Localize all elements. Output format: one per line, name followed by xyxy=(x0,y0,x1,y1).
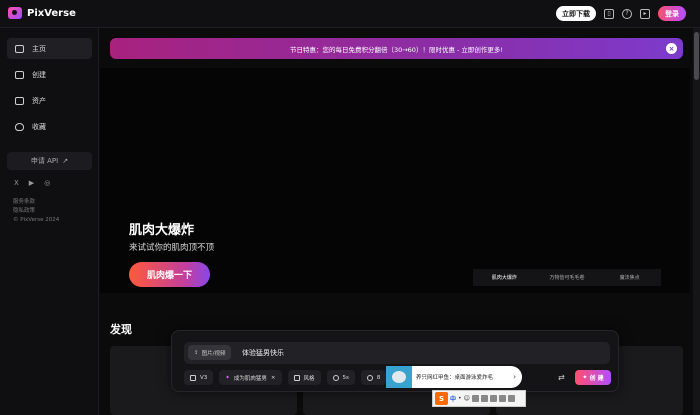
help-icon[interactable]: ? xyxy=(622,8,632,19)
promo-banner[interactable]: 节日特惠：您的每日免费积分翻倍（30→60）！限时优惠 - 立即创作更多! × xyxy=(110,38,683,59)
book-icon[interactable]: ▯ xyxy=(604,8,614,19)
duration-select[interactable]: 5s xyxy=(326,370,355,385)
chevron-right-icon[interactable]: › xyxy=(513,373,522,381)
effect-icon: ✦ xyxy=(225,374,230,381)
style-icon xyxy=(293,374,300,381)
prompt-input[interactable]: ⇪ 图片/视频 体验猛男快乐 xyxy=(184,342,610,364)
camera-icon xyxy=(15,70,24,79)
ime-language-toggle[interactable]: 中 xyxy=(450,394,456,403)
scrollbar-thumb[interactable] xyxy=(694,32,699,80)
top-bar: PixVerse 立即下载 ▯ ? ▸ 登录 xyxy=(0,0,700,28)
footer-links: 服务条款 隐私政策 © PixVerse 2024 xyxy=(13,198,59,225)
ime-voice-icon[interactable] xyxy=(480,395,488,402)
ime-emoji-icon[interactable]: ☺ xyxy=(464,395,470,402)
style-label: 风格 xyxy=(303,375,315,382)
sidebar-item-label: 创建 xyxy=(32,70,46,79)
upload-button[interactable]: ⇪ 图片/视频 xyxy=(188,345,232,360)
aspect-select[interactable]: 8 xyxy=(360,370,387,385)
top-right-actions: 立即下载 ▯ ? ▸ 登录 xyxy=(556,6,686,21)
api-label: 申请 API xyxy=(30,157,59,165)
banner-text: 节日特惠：您的每日免费积分翻倍（30→60）！限时优惠 - 立即创作更多! xyxy=(289,45,504,54)
suggestion-popup[interactable]: 养只网红甲鱼：桌面游泳爱炸毛 › xyxy=(386,366,522,388)
copyright: © PixVerse 2024 xyxy=(13,217,60,223)
brand-name: PixVerse xyxy=(27,7,76,19)
video-icon[interactable]: ▸ xyxy=(640,8,650,19)
home-icon xyxy=(15,44,24,53)
sidebar-item-favorites[interactable]: 收藏 xyxy=(7,116,92,137)
discover-title: 发现 xyxy=(110,323,132,336)
duration-label: 5s xyxy=(342,374,349,381)
hero-title: 肌肉大爆炸 xyxy=(129,223,195,238)
upload-label: 图片/视频 xyxy=(201,350,226,357)
plus-icon: ✦ xyxy=(582,374,590,381)
style-select[interactable]: 风格 xyxy=(287,370,321,385)
external-link-icon: ↗ xyxy=(62,157,69,165)
sidebar-item-label: 收藏 xyxy=(32,122,46,131)
sidebar-item-assets[interactable]: 资产 xyxy=(7,90,92,111)
login-button[interactable]: 登录 xyxy=(658,6,686,21)
create-label: 创 建 xyxy=(589,375,604,382)
privacy-link[interactable]: 隐私政策 xyxy=(13,207,59,216)
ime-toolbar: S 中 • ☺ xyxy=(432,390,526,407)
x-icon[interactable]: X xyxy=(14,179,19,187)
model-icon xyxy=(190,374,196,381)
hero-tab[interactable]: 魔法焦点 xyxy=(598,274,661,281)
logo[interactable]: PixVerse xyxy=(8,7,76,19)
scrollbar[interactable] xyxy=(693,28,700,415)
download-button[interactable]: 立即下载 xyxy=(556,6,596,21)
suggestion-text: 养只网红甲鱼：桌面游泳爱炸毛 xyxy=(416,375,494,381)
prompt-text: 体验猛男快乐 xyxy=(242,349,284,357)
folder-icon xyxy=(15,96,24,105)
close-icon[interactable]: × xyxy=(271,375,276,381)
hero-subtitle: 来试试你的肌肉顶不顶 xyxy=(129,243,215,253)
hero-section: 肌肉大爆炸 来试试你的肌肉顶不顶 肌肉爆一下 肌肉大爆炸 万物皆可毛毛卷 魔法焦… xyxy=(100,68,690,293)
model-select[interactable]: V3 xyxy=(184,370,214,385)
sidebar-item-create[interactable]: 创建 xyxy=(7,64,92,85)
clock-icon xyxy=(332,374,339,381)
hero-tab[interactable]: 肌肉大爆炸 xyxy=(473,274,536,281)
hero-cta-button[interactable]: 肌肉爆一下 xyxy=(129,262,210,287)
create-button[interactable]: ✦ 创 建 xyxy=(575,370,611,385)
sidebar: 主页 创建 资产 收藏 申请 API ↗ X ▶ ◎ 服务条款 隐私政策 © P… xyxy=(0,28,99,415)
ime-skin-icon[interactable] xyxy=(489,395,497,402)
pixverse-logo-icon xyxy=(8,7,22,19)
prompt-options: V3 ✦ 成为肌肉猛男 × 风格 5s 8 xyxy=(184,370,387,385)
ime-keyboard-icon[interactable] xyxy=(471,395,479,402)
sidebar-item-label: 资产 xyxy=(32,96,46,105)
aspect-icon xyxy=(366,374,373,381)
ime-menu-icon[interactable] xyxy=(507,395,515,402)
hero-tab[interactable]: 万物皆可毛毛卷 xyxy=(536,274,599,281)
youtube-icon[interactable]: ▶ xyxy=(29,179,34,187)
sogou-logo-icon[interactable]: S xyxy=(435,392,448,405)
model-label: V3 xyxy=(200,374,208,381)
effect-chip[interactable]: ✦ 成为肌肉猛男 × xyxy=(219,370,282,385)
ime-tools-icon[interactable] xyxy=(498,395,506,402)
aspect-label: 8 xyxy=(376,374,381,381)
sidebar-item-home[interactable]: 主页 xyxy=(7,38,92,59)
discord-icon[interactable]: ◎ xyxy=(44,179,50,187)
effect-label: 成为肌肉猛男 xyxy=(233,375,267,382)
social-links: X ▶ ◎ xyxy=(14,179,50,187)
sidebar-item-label: 主页 xyxy=(32,44,46,53)
settings-sliders-icon[interactable]: ⇄ xyxy=(558,373,565,382)
ime-symbol-icon[interactable]: • xyxy=(458,395,462,402)
hero-tabs: 肌肉大爆炸 万物皆可毛毛卷 魔法焦点 xyxy=(473,269,661,286)
api-button[interactable]: 申请 API ↗ xyxy=(7,152,92,170)
heart-icon xyxy=(15,122,24,131)
close-icon[interactable]: × xyxy=(666,43,677,54)
upload-icon: ⇪ xyxy=(194,349,199,356)
terms-link[interactable]: 服务条款 xyxy=(13,198,59,207)
suggestion-thumbnail xyxy=(386,366,412,388)
